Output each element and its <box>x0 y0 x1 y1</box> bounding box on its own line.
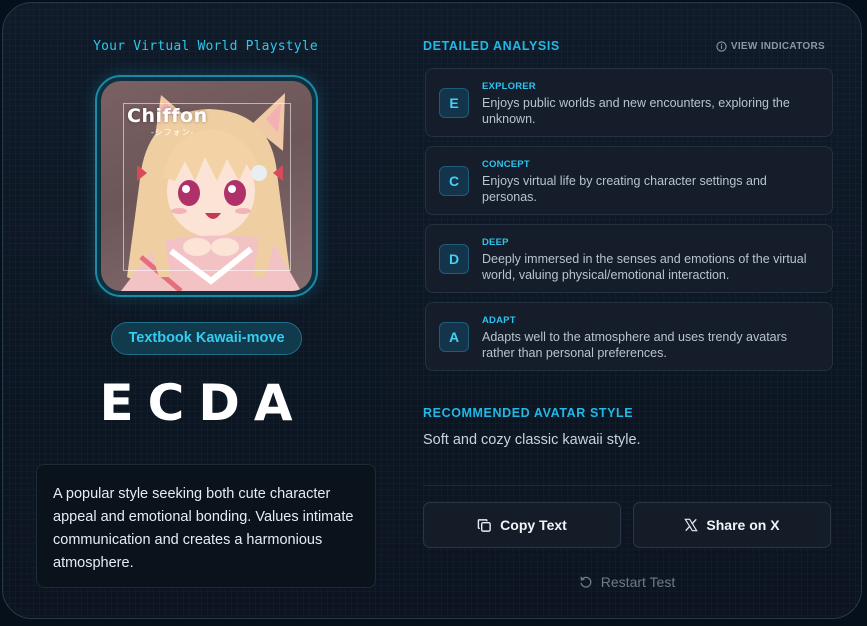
restart-icon <box>580 576 592 588</box>
avatar-logo: Chiffon <box>127 105 208 127</box>
trait-letter: E <box>439 88 469 118</box>
trait-card-deep: D DEEP Deeply immersed in the senses and… <box>425 224 833 293</box>
info-icon <box>716 41 727 52</box>
restart-test-button[interactable]: Restart Test <box>423 574 831 590</box>
avatar-frame-outline <box>123 103 291 271</box>
trait-card-explorer: E EXPLORER Enjoys public worlds and new … <box>425 68 833 137</box>
type-code: ECDA <box>99 374 307 432</box>
trait-name: EXPLORER <box>482 81 536 92</box>
divider <box>423 485 831 486</box>
view-indicators-label: VIEW INDICATORS <box>730 41 825 52</box>
recommended-text: Soft and cozy classic kawaii style. <box>423 432 641 448</box>
trait-description: Enjoys virtual life by creating characte… <box>482 174 767 204</box>
trait-description: Adapts well to the atmosphere and uses t… <box>482 330 788 360</box>
avatar-logo-sub: -シフォン- <box>151 128 195 137</box>
share-on-x-button[interactable]: Share on X <box>633 502 831 548</box>
avatar-image: Chiffon -シフォン- <box>101 81 312 291</box>
copy-text-button[interactable]: Copy Text <box>423 502 621 548</box>
avatar-frame: Chiffon -シフォン- <box>95 75 318 297</box>
trait-letter: D <box>439 244 469 274</box>
result-card: Your Virtual World Playstyle Chiffon -シフ… <box>2 2 862 619</box>
trait-name: DEEP <box>482 237 509 248</box>
playstyle-badge: Textbook Kawaii-move <box>111 322 302 355</box>
x-logo-icon <box>684 518 699 532</box>
trait-description: Enjoys public worlds and new encounters,… <box>482 96 790 126</box>
trait-card-adapt: A ADAPT Adapts well to the atmosphere an… <box>425 302 833 371</box>
playstyle-title: Your Virtual World Playstyle <box>93 39 318 54</box>
trait-name: ADAPT <box>482 315 516 326</box>
restart-test-label: Restart Test <box>600 574 676 590</box>
share-on-x-label: Share on X <box>706 517 780 533</box>
copy-text-label: Copy Text <box>500 517 567 533</box>
view-indicators-link[interactable]: VIEW INDICATORS <box>716 41 825 52</box>
trait-letter: A <box>439 322 469 352</box>
recommended-title: RECOMMENDED AVATAR STYLE <box>423 406 634 420</box>
description-text: A popular style seeking both cute charac… <box>53 486 354 571</box>
trait-card-concept: C CONCEPT Enjoys virtual life by creatin… <box>425 146 833 215</box>
analysis-title: DETAILED ANALYSIS <box>423 39 560 53</box>
copy-icon <box>477 518 491 532</box>
trait-description: Deeply immersed in the senses and emotio… <box>482 252 807 282</box>
trait-letter: C <box>439 166 469 196</box>
description-box: A popular style seeking both cute charac… <box>36 464 376 588</box>
trait-name: CONCEPT <box>482 159 530 170</box>
